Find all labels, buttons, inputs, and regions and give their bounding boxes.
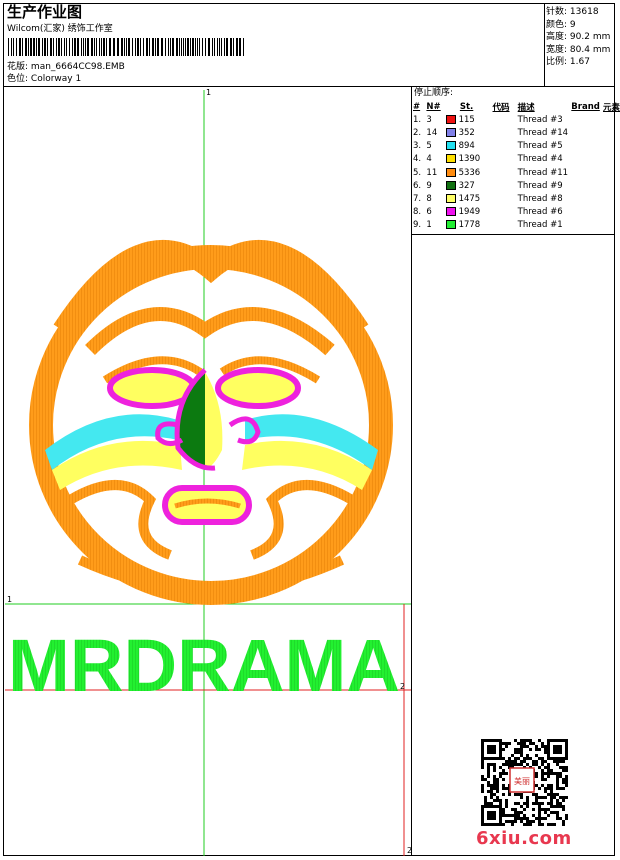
site-watermark: 6xiu.com — [476, 828, 572, 849]
guide-label: 2 — [407, 846, 412, 855]
qr-stamp-text: 美丽 — [514, 776, 530, 786]
guide-label: 2 — [400, 682, 405, 691]
design-wordmark: MRDRAMA — [8, 624, 400, 707]
embroidery-design: 1 1 2 2 MRDRAMA 美丽 — [5, 88, 570, 856]
guide-label: 1 — [206, 88, 211, 97]
brow-arch — [85, 307, 335, 356]
guide-label: 1 — [7, 595, 12, 604]
mask-face — [29, 240, 393, 605]
right-eye — [215, 367, 301, 409]
